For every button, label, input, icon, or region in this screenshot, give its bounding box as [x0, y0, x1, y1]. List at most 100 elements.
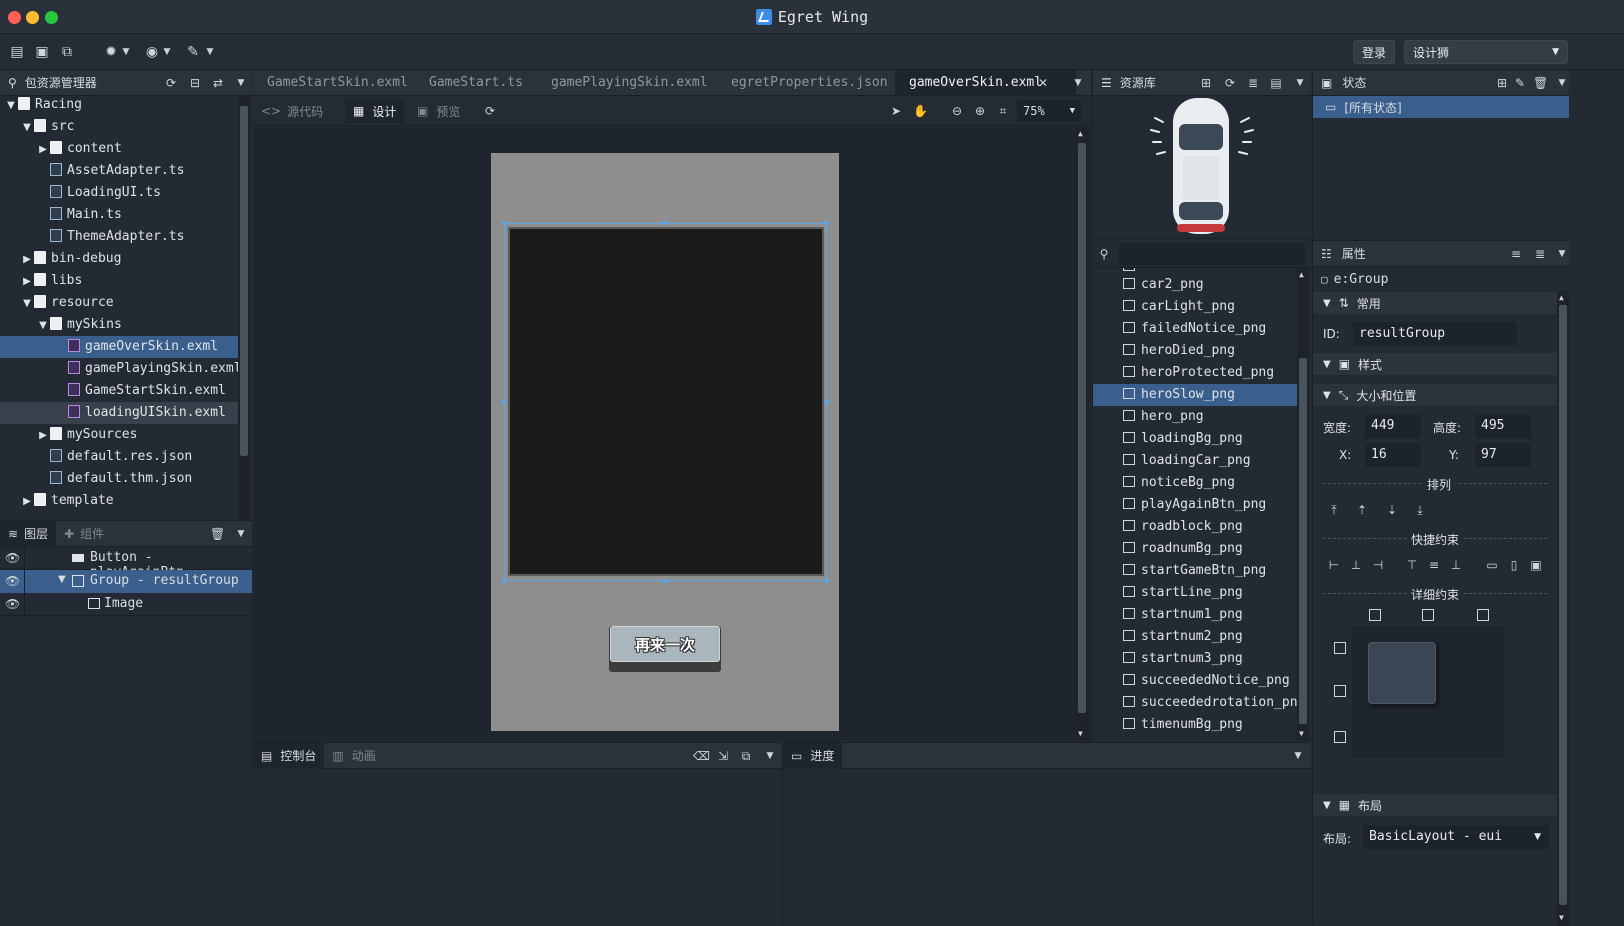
- resource-item[interactable]: failedNotice_png: [1123, 318, 1297, 340]
- tree-item-assetadapter[interactable]: AssetAdapter.ts: [0, 160, 238, 182]
- right-constraint-checkbox[interactable]: [1477, 609, 1489, 621]
- debug-icon[interactable]: ✹: [102, 43, 120, 61]
- width-field[interactable]: 449: [1365, 414, 1421, 438]
- resize-handle[interactable]: [825, 400, 829, 404]
- scroll-down-icon[interactable]: ▼: [1299, 729, 1304, 738]
- align-bottom-icon[interactable]: ⊥: [1449, 558, 1463, 572]
- new-group-icon[interactable]: ⊞: [1199, 76, 1213, 90]
- bring-forward-icon[interactable]: ⇡: [1355, 503, 1369, 517]
- tree-item-gameplayingskin[interactable]: gamePlayingSkin.exml: [0, 358, 242, 380]
- save-icon[interactable]: ▣: [33, 43, 51, 61]
- resize-handle[interactable]: [502, 579, 506, 583]
- layer-row-selected[interactable]: 👁 ▼ Group - resultGroup: [0, 570, 252, 593]
- zoom-in-icon[interactable]: ⊕: [973, 104, 987, 118]
- hand-tool-icon[interactable]: ✋: [913, 104, 928, 118]
- resource-item[interactable]: hero_png: [1123, 406, 1297, 428]
- mode-design-button[interactable]: ▦ 设计: [345, 99, 405, 123]
- align-right-icon[interactable]: ⊣: [1371, 558, 1385, 572]
- sort-icon[interactable]: ≡: [1509, 247, 1523, 261]
- debug-dropdown-icon[interactable]: ▼: [120, 43, 132, 61]
- left-constraint-checkbox[interactable]: [1369, 609, 1381, 621]
- tree-item-racing[interactable]: ▼ Racing: [0, 94, 238, 116]
- resource-item[interactable]: roadblock_png: [1123, 516, 1297, 538]
- edit-state-icon[interactable]: ✎: [1513, 76, 1527, 90]
- resize-handle[interactable]: [502, 221, 506, 225]
- layer-row[interactable]: 👁 Button - playAgainBtn: [0, 547, 252, 580]
- scroll-up-icon[interactable]: ▲: [1299, 270, 1304, 279]
- section-layout[interactable]: ▼ ▦ 布局: [1313, 794, 1557, 816]
- list-view-icon[interactable]: ≣: [1533, 247, 1547, 261]
- x-field[interactable]: 16: [1365, 443, 1421, 467]
- close-tab-icon[interactable]: ✕: [1036, 76, 1050, 90]
- resize-handle[interactable]: [502, 400, 506, 404]
- publish-dropdown-icon[interactable]: ▼: [204, 43, 216, 61]
- eye-icon[interactable]: 👁: [5, 597, 20, 611]
- run-icon[interactable]: ◉: [143, 43, 161, 61]
- section-size-position[interactable]: ▼ ⤡ 大小和位置: [1313, 384, 1557, 406]
- chevron-down-icon[interactable]: ▼: [1555, 247, 1569, 261]
- resize-handle[interactable]: [825, 579, 829, 583]
- height-field[interactable]: 495: [1475, 414, 1531, 438]
- publish-icon[interactable]: ✎: [184, 43, 202, 61]
- chevron-down-icon[interactable]: ▼: [1291, 749, 1305, 763]
- tree-item-src[interactable]: ▼ src: [0, 116, 238, 138]
- refresh-icon[interactable]: ⟳: [483, 104, 497, 118]
- mode-source-button[interactable]: <> 源代码: [261, 99, 323, 123]
- scrollbar-thumb[interactable]: [1078, 143, 1086, 713]
- open-folder-icon[interactable]: ▤: [8, 43, 26, 61]
- chevron-down-icon[interactable]: ▼: [1071, 76, 1085, 90]
- save-all-icon[interactable]: ⧉: [58, 43, 76, 61]
- mode-preview-button[interactable]: ▣ 预览: [417, 99, 460, 123]
- list-view-icon[interactable]: ≣: [1246, 76, 1260, 90]
- send-backward-icon[interactable]: ⇣: [1385, 503, 1399, 517]
- play-again-button[interactable]: 再来一次: [610, 626, 720, 662]
- resize-handle[interactable]: [825, 221, 829, 225]
- delete-icon[interactable]: 🗑: [1533, 76, 1548, 90]
- tab-gamestart-ts[interactable]: GameStart.ts: [415, 70, 537, 96]
- resource-item[interactable]: succeededNotice_png: [1123, 670, 1297, 692]
- fill-height-icon[interactable]: ▯: [1507, 558, 1521, 572]
- scrollbar-thumb[interactable]: [1299, 358, 1307, 724]
- tree-item-loadingui[interactable]: LoadingUI.ts: [0, 182, 238, 204]
- scrollbar-thumb[interactable]: [1559, 305, 1567, 905]
- tree-item-bin-debug[interactable]: ▶ bin-debug: [0, 248, 238, 270]
- resize-handle[interactable]: [663, 579, 667, 583]
- clear-console-icon[interactable]: ⌫: [693, 749, 710, 763]
- section-style[interactable]: ▼ ▣ 样式: [1313, 353, 1557, 375]
- eye-icon[interactable]: 👁: [5, 551, 20, 565]
- run-dropdown-icon[interactable]: ▼: [161, 43, 173, 61]
- chevron-down-icon[interactable]: ▼: [1293, 76, 1307, 90]
- refresh-icon[interactable]: ⟳: [164, 76, 178, 90]
- bottom-constraint-checkbox[interactable]: [1334, 731, 1346, 743]
- tree-item-content[interactable]: ▶ content: [0, 138, 238, 160]
- resource-item-selected[interactable]: heroSlow_png: [1093, 384, 1297, 406]
- tab-gameplayingskin[interactable]: gamePlayingSkin.exml: [537, 70, 722, 96]
- tab-gamestartskin[interactable]: GameStartSkin.exml: [253, 70, 422, 96]
- send-to-back-icon[interactable]: ⤓: [1413, 503, 1427, 517]
- id-field[interactable]: resultGroup: [1353, 322, 1517, 346]
- y-field[interactable]: 97: [1475, 443, 1531, 467]
- resource-item[interactable]: startnum3_png: [1123, 648, 1297, 670]
- align-vcenter-icon[interactable]: ≡: [1427, 558, 1441, 572]
- align-top-icon[interactable]: ⊤: [1405, 558, 1419, 572]
- scroll-down-icon[interactable]: ▼: [1078, 729, 1083, 738]
- resource-item[interactable]: carLight_png: [1123, 296, 1297, 318]
- resource-item[interactable]: succeededrotation_png: [1123, 692, 1297, 714]
- tab-console[interactable]: ▤ 控制台: [253, 742, 325, 769]
- collapse-all-icon[interactable]: ⊟: [188, 76, 202, 90]
- zoom-select[interactable]: 75% ▼: [1017, 100, 1081, 122]
- scroll-lock-icon[interactable]: ⇲: [716, 749, 730, 763]
- add-state-icon[interactable]: ⊞: [1495, 76, 1509, 90]
- expanded-arrow-icon[interactable]: ▼: [58, 574, 66, 585]
- tree-item-libs[interactable]: ▶ libs: [0, 270, 238, 292]
- canvas-scrollbar[interactable]: ▲ ▼: [1075, 127, 1089, 741]
- resource-item[interactable]: heroDied_png: [1123, 340, 1297, 362]
- scroll-down-icon[interactable]: ▼: [1559, 913, 1564, 922]
- tab-components[interactable]: ✚ 组件: [56, 525, 112, 542]
- tree-item-myskins[interactable]: ▼ mySkins: [0, 314, 238, 336]
- eye-icon[interactable]: 👁: [5, 574, 20, 588]
- layout-select[interactable]: BasicLayout - eui ▼: [1363, 825, 1549, 849]
- detail-view-icon[interactable]: ▤: [1269, 76, 1283, 90]
- resource-item[interactable]: startGameBtn_png: [1123, 560, 1297, 582]
- tab-layers[interactable]: ≋ 图层: [0, 520, 57, 547]
